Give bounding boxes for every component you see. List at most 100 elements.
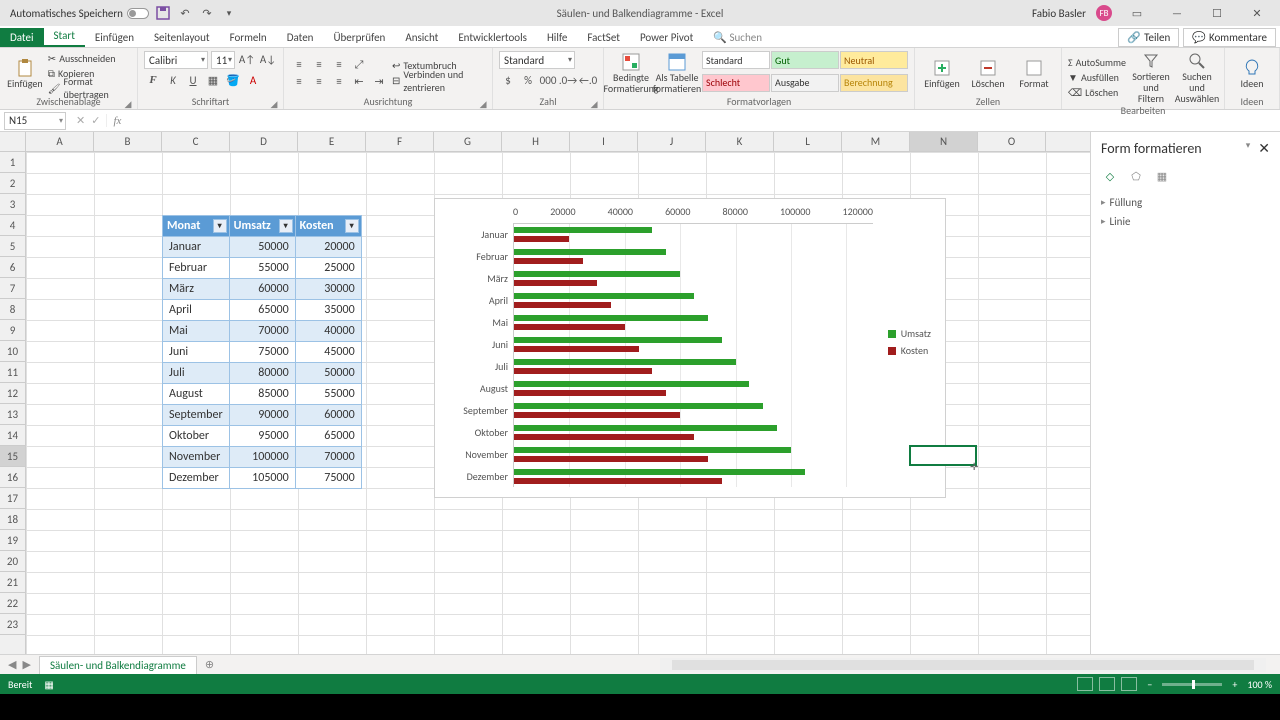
table-row[interactable]: März6000030000 xyxy=(163,279,362,300)
fill-button[interactable]: ▼ Ausfüllen xyxy=(1068,71,1126,85)
search-box[interactable]: 🔍 Suchen xyxy=(703,28,772,47)
column-header[interactable]: A xyxy=(26,132,94,151)
horizontal-scrollbar[interactable] xyxy=(660,658,1266,672)
row-header[interactable]: 4 xyxy=(0,215,25,236)
table-cell[interactable]: 60000 xyxy=(229,279,295,300)
paste-button[interactable]: Einfügen xyxy=(6,51,44,95)
qat-more-icon[interactable]: ▾ xyxy=(221,5,237,21)
section-fill[interactable]: Füllung xyxy=(1101,193,1270,212)
bar-umsatz[interactable] xyxy=(514,227,652,233)
style-gut[interactable]: Gut xyxy=(771,51,839,69)
column-header[interactable]: C xyxy=(162,132,230,151)
bar-umsatz[interactable] xyxy=(514,359,736,365)
launcher-icon[interactable]: ◢ xyxy=(589,99,599,109)
ideas-button[interactable]: Ideen xyxy=(1231,51,1273,95)
user-name[interactable]: Fabio Basler xyxy=(1032,7,1086,20)
comments-button[interactable]: 💬 Kommentare xyxy=(1183,28,1276,47)
bar-umsatz[interactable] xyxy=(514,271,680,277)
close-icon[interactable]: ✕ xyxy=(1242,3,1272,23)
table-row[interactable]: Januar5000020000 xyxy=(163,237,362,258)
row-header[interactable]: 8 xyxy=(0,299,25,320)
maximize-icon[interactable]: ☐ xyxy=(1202,3,1232,23)
column-header[interactable]: M xyxy=(842,132,910,151)
bar-umsatz[interactable] xyxy=(514,403,763,409)
bar-umsatz[interactable] xyxy=(514,447,791,453)
merge-button[interactable]: ⊟ Verbinden und zentrieren xyxy=(392,74,486,88)
zoom-in-icon[interactable]: + xyxy=(1232,678,1237,691)
bar-umsatz[interactable] xyxy=(514,337,722,343)
filter-icon[interactable]: ▾ xyxy=(213,219,227,233)
column-header[interactable]: D xyxy=(230,132,298,151)
column-header[interactable]: N xyxy=(910,132,978,151)
minimize-icon[interactable]: — xyxy=(1162,3,1192,23)
row-header[interactable]: 9 xyxy=(0,320,25,341)
table-cell[interactable]: Januar xyxy=(163,237,230,258)
style-ausgabe[interactable]: Ausgabe xyxy=(771,74,839,92)
table-row[interactable]: April6500035000 xyxy=(163,300,362,321)
bar-kosten[interactable] xyxy=(514,280,597,286)
table-cell[interactable]: 70000 xyxy=(229,321,295,342)
table-cell[interactable]: 40000 xyxy=(295,321,361,342)
tab-developer[interactable]: Entwicklertools xyxy=(448,28,537,47)
section-line[interactable]: Linie xyxy=(1101,212,1270,231)
chart-legend[interactable]: UmsatzKosten xyxy=(888,323,931,361)
tab-insert[interactable]: Einfügen xyxy=(85,28,144,47)
sheet-tab[interactable]: Säulen- und Balkendiagramme xyxy=(39,656,197,674)
row-header[interactable]: 1 xyxy=(0,152,25,173)
table-cell[interactable]: 65000 xyxy=(295,426,361,447)
row-header[interactable]: 7 xyxy=(0,278,25,299)
share-button[interactable]: 🔗 Teilen xyxy=(1118,28,1179,47)
increase-font-icon[interactable]: A↑ xyxy=(238,51,256,67)
align-top-icon[interactable]: ≡ xyxy=(290,57,308,73)
launcher-icon[interactable]: ◢ xyxy=(269,99,279,109)
page-break-view-icon[interactable] xyxy=(1121,677,1137,691)
table-row[interactable]: Oktober9500065000 xyxy=(163,426,362,447)
insert-cells-button[interactable]: Einfügen xyxy=(921,51,963,95)
bar-umsatz[interactable] xyxy=(514,293,694,299)
tab-view[interactable]: Ansicht xyxy=(395,28,448,47)
inc-decimal-icon[interactable]: .0→ xyxy=(559,72,577,88)
tab-file[interactable]: Datei xyxy=(0,28,44,47)
table-cell[interactable]: Dezember xyxy=(163,468,230,489)
table-cell[interactable]: 55000 xyxy=(229,258,295,279)
border-button[interactable]: ▦ xyxy=(204,72,222,88)
row-header[interactable]: 10 xyxy=(0,341,25,362)
undo-icon[interactable]: ↶ xyxy=(177,5,193,21)
row-header[interactable]: 23 xyxy=(0,614,25,635)
save-icon[interactable] xyxy=(155,5,171,21)
bar-umsatz[interactable] xyxy=(514,381,749,387)
sheet-nav-next-icon[interactable]: ▶ xyxy=(22,658,30,671)
table-row[interactable]: Dezember10500075000 xyxy=(163,468,362,489)
size-tab-icon[interactable]: ▦ xyxy=(1153,167,1171,185)
table-cell[interactable]: November xyxy=(163,447,230,468)
bar-kosten[interactable] xyxy=(514,456,708,462)
style-standard[interactable]: Standard xyxy=(702,51,770,69)
align-left-icon[interactable]: ≡ xyxy=(290,74,308,90)
table-row[interactable]: September9000060000 xyxy=(163,405,362,426)
row-header[interactable]: 18 xyxy=(0,509,25,530)
redo-icon[interactable]: ↷ xyxy=(199,5,215,21)
table-cell[interactable]: Mai xyxy=(163,321,230,342)
row-header[interactable]: 2 xyxy=(0,173,25,194)
tab-review[interactable]: Überprüfen xyxy=(323,28,395,47)
column-header[interactable]: H xyxy=(502,132,570,151)
style-neutral[interactable]: Neutral xyxy=(840,51,908,69)
tab-factset[interactable]: FactSet xyxy=(577,28,630,47)
table-cell[interactable]: April xyxy=(163,300,230,321)
bar-umsatz[interactable] xyxy=(514,425,777,431)
table-header[interactable]: Umsatz▾ xyxy=(229,216,295,237)
cell-styles-gallery[interactable]: Standard Gut Neutral Schlecht Ausgabe Be… xyxy=(702,51,908,95)
clear-button[interactable]: ⌫ Löschen xyxy=(1068,86,1126,100)
table-cell[interactable]: März xyxy=(163,279,230,300)
table-row[interactable]: Mai7000040000 xyxy=(163,321,362,342)
toggle-icon[interactable] xyxy=(127,8,149,19)
column-header[interactable]: L xyxy=(774,132,842,151)
worksheet[interactable]: ABCDEFGHIJKLMNO 123456789101112131415161… xyxy=(0,132,1090,654)
row-header[interactable]: 3 xyxy=(0,194,25,215)
table-row[interactable]: Februar5500025000 xyxy=(163,258,362,279)
table-cell[interactable]: 70000 xyxy=(295,447,361,468)
effects-tab-icon[interactable]: ⬠ xyxy=(1127,167,1145,185)
column-header[interactable]: G xyxy=(434,132,502,151)
row-header[interactable]: 17 xyxy=(0,488,25,509)
row-header[interactable]: 13 xyxy=(0,404,25,425)
